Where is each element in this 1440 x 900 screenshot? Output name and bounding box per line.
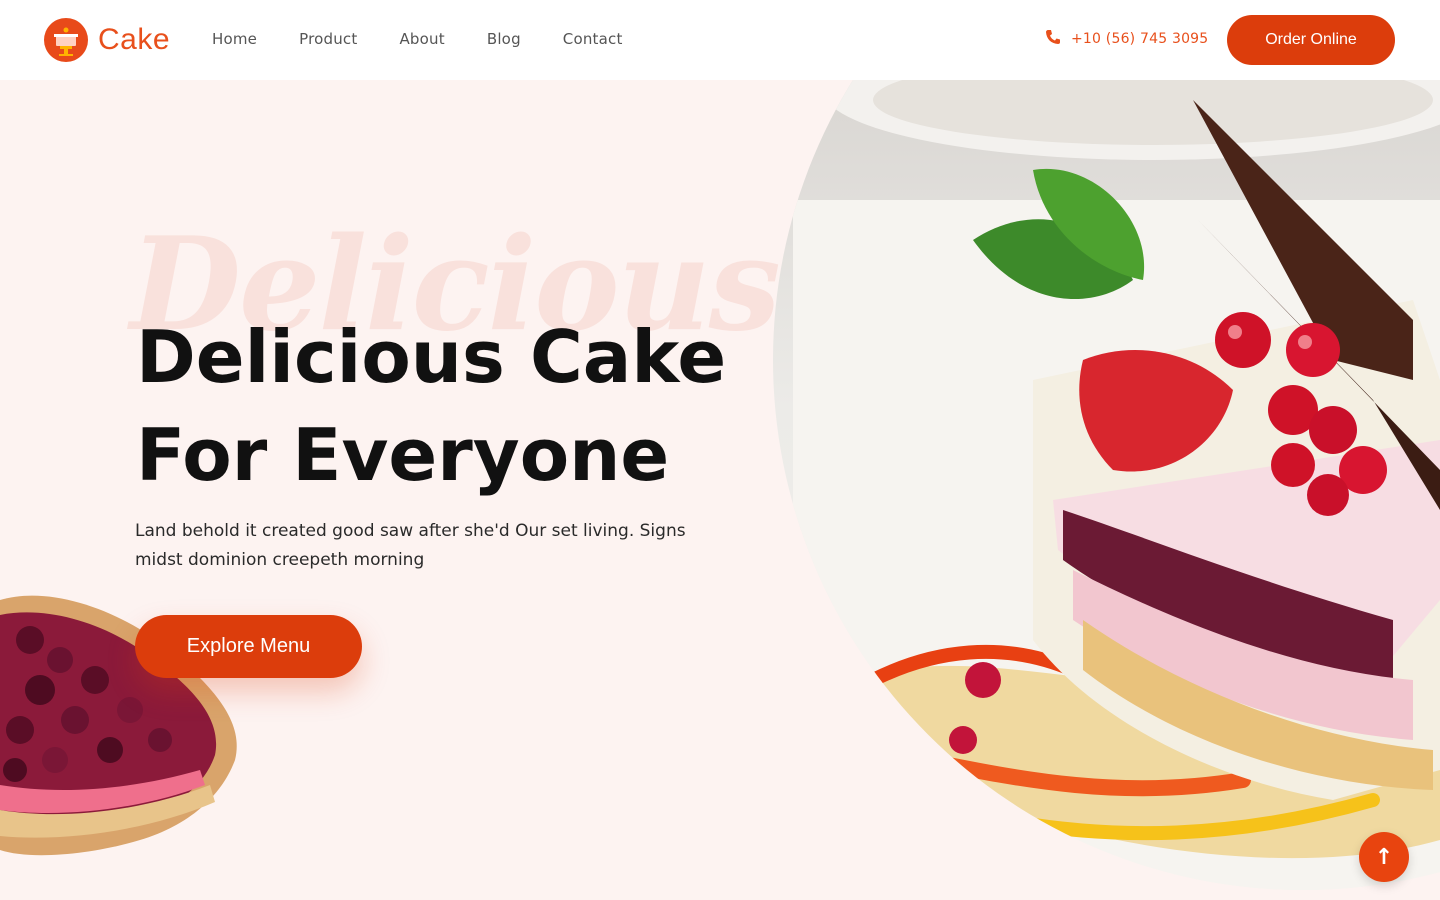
order-online-button[interactable]: Order Online — [1227, 15, 1395, 65]
phone-contact[interactable]: +10 (56) 745 3095 — [1045, 29, 1208, 49]
hero-headline: Delicious Cake For Everyone — [136, 308, 776, 504]
hero-subtext: Land behold it created good saw after sh… — [135, 521, 686, 570]
phone-number: +10 (56) 745 3095 — [1071, 31, 1209, 47]
scroll-to-top-button[interactable]: ↑ — [1359, 832, 1409, 882]
nav-item-product[interactable]: Product — [299, 30, 357, 48]
brand-logo[interactable]: Cake — [44, 18, 170, 62]
hero-section: Delicious Delicious Cake For Everyone La… — [0, 80, 1440, 900]
arrow-up-icon: ↑ — [1374, 844, 1394, 870]
cake-logo-icon — [44, 18, 88, 62]
phone-icon — [1045, 29, 1061, 49]
nav-item-home[interactable]: Home — [212, 30, 257, 48]
headline-line-1: Delicious Cake — [136, 315, 727, 399]
brand-name: Cake — [98, 23, 171, 56]
nav-item-contact[interactable]: Contact — [563, 30, 623, 48]
headline-line-2: For Everyone — [136, 413, 670, 497]
explore-menu-button[interactable]: Explore Menu — [135, 615, 362, 678]
nav-item-about[interactable]: About — [399, 30, 444, 48]
cake-hero-image — [773, 80, 1440, 890]
site-header: Cake Home Product About Blog Contact +10… — [0, 0, 1440, 80]
main-nav: Home Product About Blog Contact — [212, 30, 665, 48]
nav-item-blog[interactable]: Blog — [487, 30, 521, 48]
